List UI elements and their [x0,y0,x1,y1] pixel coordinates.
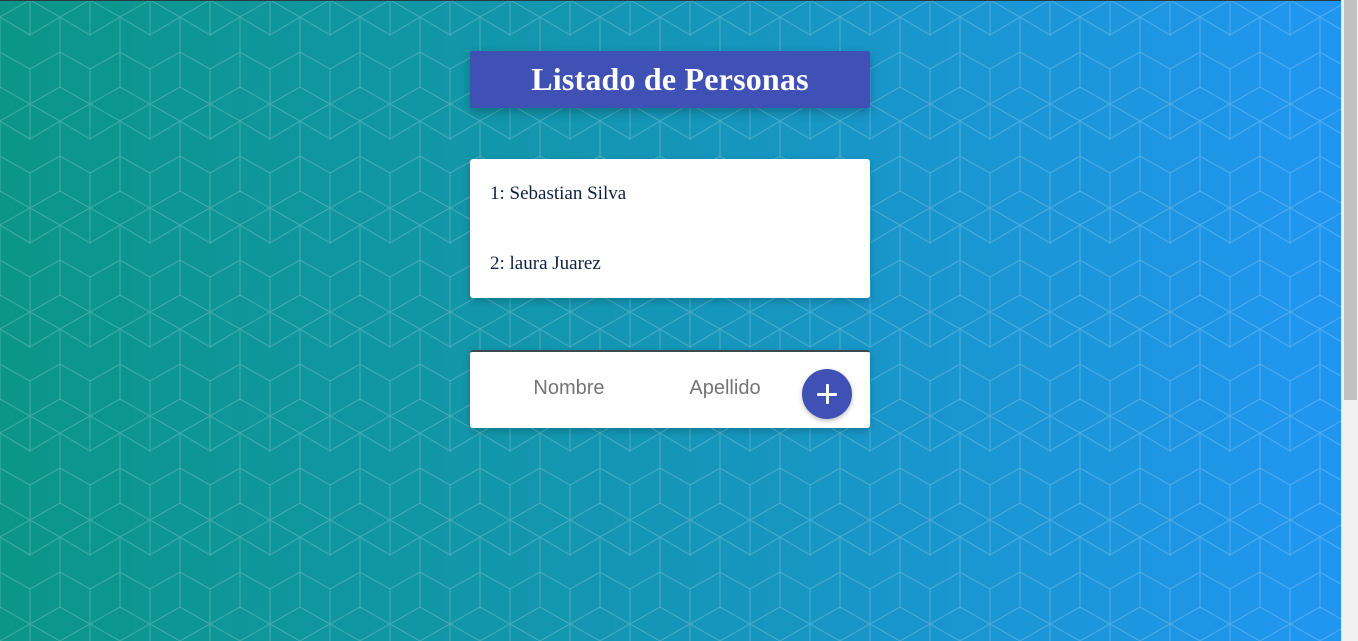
page-title: Listado de Personas [531,61,809,97]
nombre-input[interactable] [502,366,636,410]
list-item: 1: Sebastian Silva [490,183,627,204]
list-item: 2: laura Juarez [490,253,601,274]
people-list: 1: Sebastian Silva 2: laura Juarez [470,159,870,298]
page-content: Listado de Personas 1: Sebastian Silva 2… [0,0,1341,641]
add-person-button[interactable] [802,369,852,419]
apellido-input[interactable] [658,366,792,410]
add-person-form [470,350,870,428]
scrollbar-thumb[interactable] [1344,0,1357,400]
plus-icon [817,384,837,404]
vertical-scrollbar[interactable] [1341,0,1358,641]
title-banner: Listado de Personas [470,51,870,108]
